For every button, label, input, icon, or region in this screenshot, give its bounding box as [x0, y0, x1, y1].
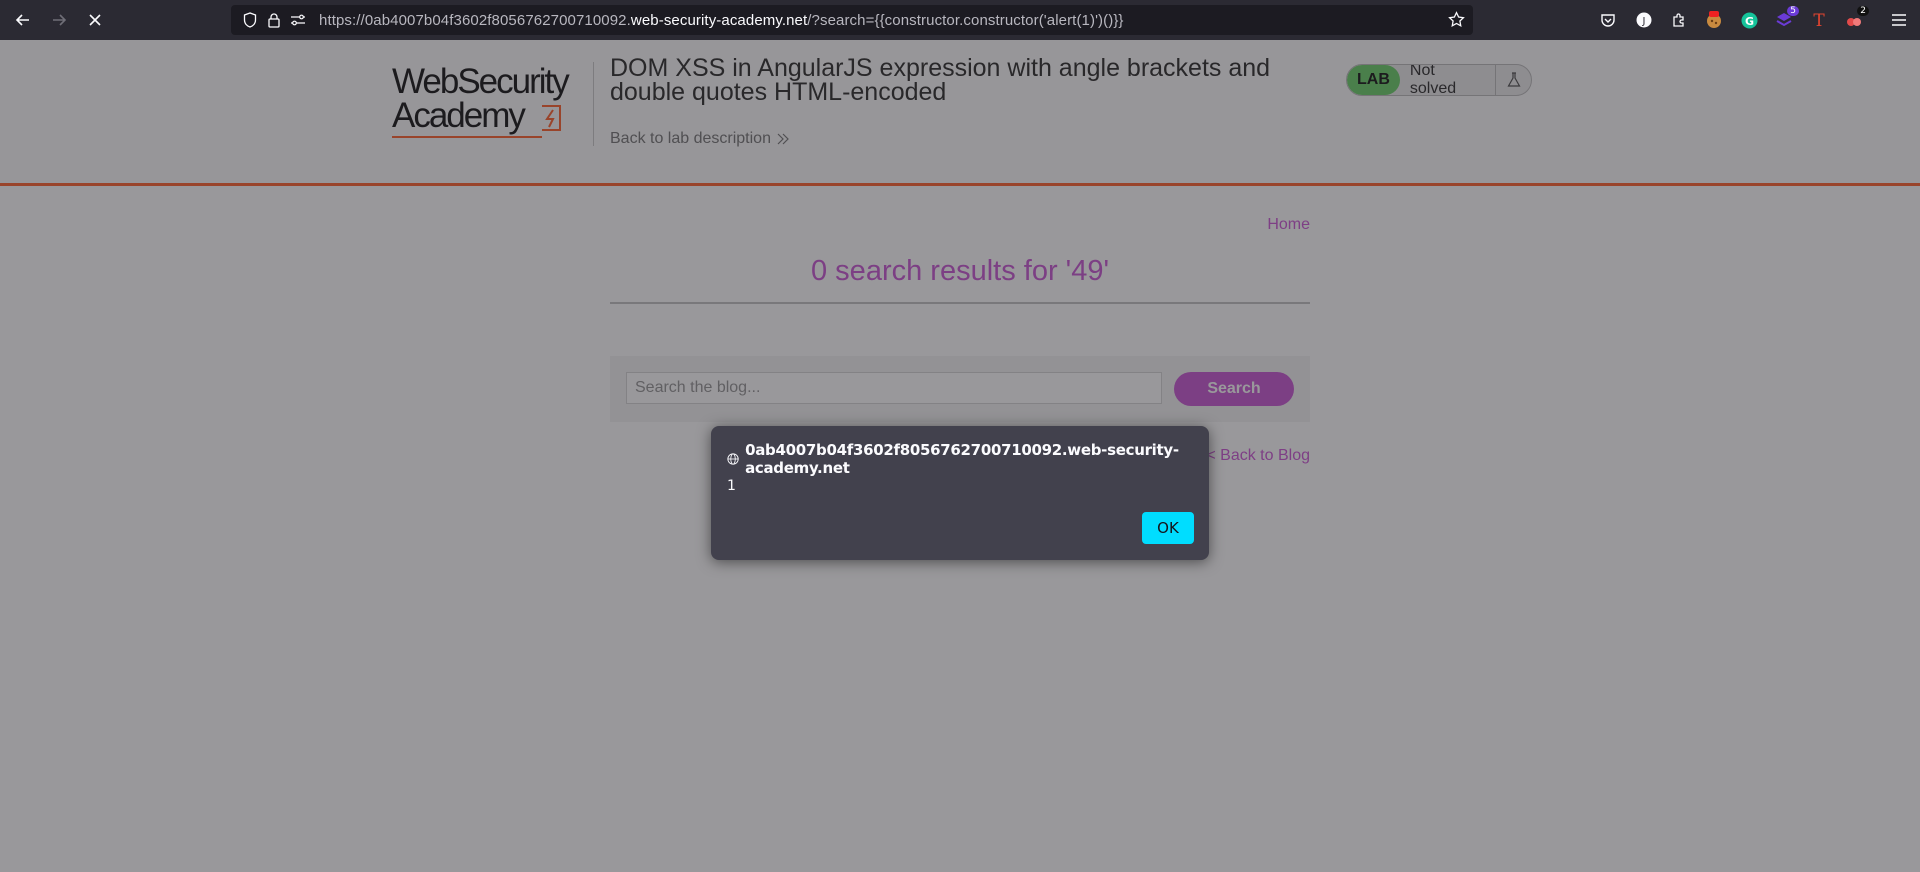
- address-bar[interactable]: https://0ab4007b04f3602f8056762700710092…: [231, 5, 1473, 35]
- lock-icon[interactable]: [265, 11, 283, 29]
- forward-icon[interactable]: [47, 8, 71, 32]
- notification-extension-icon[interactable]: 2: [1843, 6, 1869, 31]
- dialog-origin: 0ab4007b04f3602f8056762700710092.web-sec…: [727, 441, 1209, 477]
- url-text: https://0ab4007b04f3602f8056762700710092…: [319, 11, 1124, 29]
- grammarly-icon[interactable]: G: [1738, 9, 1760, 31]
- pocket-icon[interactable]: [1597, 9, 1619, 31]
- toolbar-icons: J G 5 T 2: [1597, 6, 1917, 31]
- alert-dialog: 0ab4007b04f3602f8056762700710092.web-sec…: [711, 426, 1209, 560]
- menu-hamburger-icon[interactable]: [1888, 9, 1910, 31]
- bookmark-star-icon[interactable]: [1447, 10, 1465, 28]
- browser-toolbar: https://0ab4007b04f3602f8056762700710092…: [0, 0, 1920, 40]
- layers-extension-icon[interactable]: 5: [1773, 6, 1799, 31]
- stop-loading-icon[interactable]: [83, 8, 107, 32]
- svg-text:G: G: [1744, 15, 1753, 28]
- extension-badge-count: 2: [1857, 6, 1869, 16]
- dialog-message: 1: [727, 478, 736, 494]
- ok-button[interactable]: OK: [1142, 512, 1194, 544]
- permissions-icon[interactable]: [289, 11, 307, 29]
- svg-text:J: J: [1642, 16, 1646, 27]
- extensions-puzzle-icon[interactable]: [1668, 9, 1690, 31]
- text-extension-icon[interactable]: T: [1808, 9, 1830, 31]
- cookie-extension-icon[interactable]: [1703, 9, 1725, 31]
- back-icon[interactable]: [11, 8, 35, 32]
- tracking-protection-icon[interactable]: [241, 11, 259, 29]
- svg-text:T: T: [1813, 11, 1825, 29]
- globe-icon: [727, 453, 739, 465]
- profile-extension-icon[interactable]: J: [1633, 9, 1655, 31]
- extension-badge-count: 5: [1787, 6, 1799, 16]
